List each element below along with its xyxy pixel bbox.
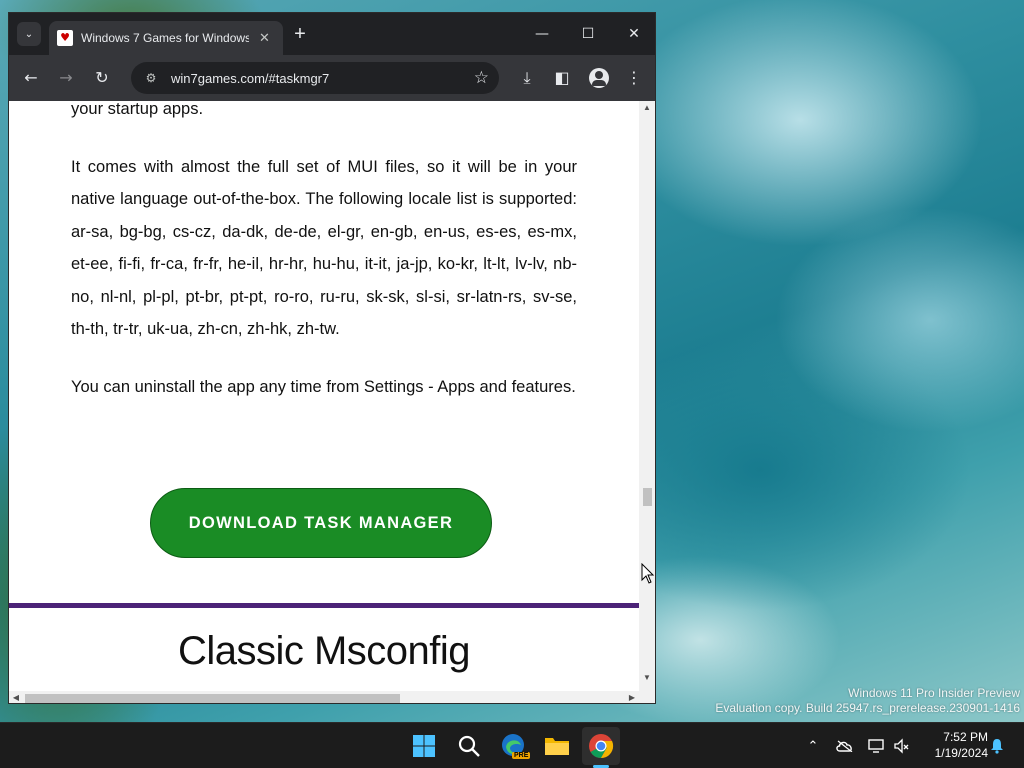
back-button[interactable]: ← xyxy=(19,66,43,90)
taskbar: PRE ⌃ 7:52 PM 1/19/2024 xyxy=(0,722,1024,768)
section-divider xyxy=(9,603,639,608)
horizontal-scroll-thumb[interactable] xyxy=(25,694,400,703)
chrome-icon xyxy=(589,734,614,759)
paragraph-startup: your startup apps. xyxy=(71,101,204,118)
network-icon[interactable] xyxy=(866,723,886,768)
url-text[interactable]: win7games.com/#taskmgr7 xyxy=(171,71,474,86)
vertical-scrollbar[interactable]: ▲ ▼ xyxy=(639,101,655,703)
address-bar[interactable]: ⚙ win7games.com/#taskmgr7 ☆ xyxy=(131,62,499,94)
download-task-manager-button[interactable]: DOWNLOAD TASK MANAGER xyxy=(150,488,492,558)
chrome-window: ⌄ ♥ Windows 7 Games for Windows 11 ✕ + —… xyxy=(8,12,656,704)
reload-button[interactable]: ↻ xyxy=(90,66,114,90)
clock-date: 1/19/2024 xyxy=(934,746,988,760)
mouse-cursor-icon xyxy=(641,563,655,584)
start-icon xyxy=(413,735,435,757)
new-tab-button[interactable]: + xyxy=(289,23,311,45)
edge-beta-button[interactable]: PRE xyxy=(495,727,533,765)
side-panel-icon[interactable]: ◧ xyxy=(550,66,574,90)
chrome-menu-icon[interactable]: ⋮ xyxy=(622,66,646,90)
windows-watermark: Windows 11 Pro Insider Preview Evaluatio… xyxy=(715,686,1020,716)
onedrive-icon[interactable] xyxy=(834,723,856,768)
scroll-left-arrow-icon[interactable]: ◀ xyxy=(9,691,23,703)
tab-close-icon[interactable]: ✕ xyxy=(259,31,270,46)
maximize-button[interactable]: ☐ xyxy=(565,21,611,47)
tab-strip: ⌄ ♥ Windows 7 Games for Windows 11 ✕ + —… xyxy=(9,13,655,55)
tab-search-button[interactable]: ⌄ xyxy=(17,22,41,46)
horizontal-scrollbar[interactable]: ◀ ▶ xyxy=(9,691,639,703)
downloads-icon[interactable]: ⤓ xyxy=(515,66,539,90)
edge-pre-badge: PRE xyxy=(512,752,531,759)
browser-toolbar: ← → ↻ ⚙ win7games.com/#taskmgr7 ☆ ⤓ ◧ ⋮ xyxy=(9,55,655,101)
watermark-line-1: Windows 11 Pro Insider Preview xyxy=(848,686,1020,700)
tab-win7games[interactable]: ♥ Windows 7 Games for Windows 11 ✕ xyxy=(49,21,283,55)
search-icon xyxy=(458,735,480,757)
file-explorer-button[interactable] xyxy=(538,727,576,765)
article-body: your startup apps. It comes with almost … xyxy=(71,101,577,428)
profile-avatar-icon[interactable] xyxy=(589,68,609,88)
playing-card-favicon-icon: ♥ xyxy=(57,30,73,46)
paragraph-locales: It comes with almost the full set of MUI… xyxy=(71,157,577,339)
page-content: your startup apps. It comes with almost … xyxy=(9,101,639,691)
site-info-icon[interactable]: ⚙ xyxy=(143,70,159,86)
start-button[interactable] xyxy=(405,727,443,765)
watermark-line-2: Evaluation copy. Build 25947.rs_prerelea… xyxy=(715,701,1020,715)
paragraph-uninstall: You can uninstall the app any time from … xyxy=(71,377,576,396)
chevron-up-icon: ⌃ xyxy=(807,738,819,754)
tab-title: Windows 7 Games for Windows 11 xyxy=(81,31,249,45)
file-explorer-icon xyxy=(545,738,569,755)
forward-button[interactable]: → xyxy=(54,66,78,90)
section-heading-msconfig: Classic Msconfig xyxy=(177,629,471,673)
volume-muted-icon[interactable] xyxy=(891,723,911,768)
close-window-button[interactable]: ✕ xyxy=(611,21,655,47)
chevron-down-icon: ⌄ xyxy=(24,28,34,40)
clock[interactable]: 7:52 PM 1/19/2024 xyxy=(918,729,988,761)
scroll-up-arrow-icon[interactable]: ▲ xyxy=(639,101,655,115)
tray-overflow-button[interactable]: ⌃ xyxy=(802,723,824,768)
vertical-scroll-thumb[interactable] xyxy=(643,488,652,506)
clock-time: 7:52 PM xyxy=(943,730,988,744)
scroll-right-arrow-icon[interactable]: ▶ xyxy=(625,691,639,703)
chrome-taskbar-button[interactable] xyxy=(582,727,620,765)
scroll-down-arrow-icon[interactable]: ▼ xyxy=(639,671,655,685)
bookmark-star-icon[interactable]: ☆ xyxy=(474,68,489,88)
notification-bell-icon[interactable] xyxy=(987,723,1007,768)
taskbar-search-button[interactable] xyxy=(450,727,488,765)
minimize-button[interactable]: — xyxy=(519,21,565,47)
